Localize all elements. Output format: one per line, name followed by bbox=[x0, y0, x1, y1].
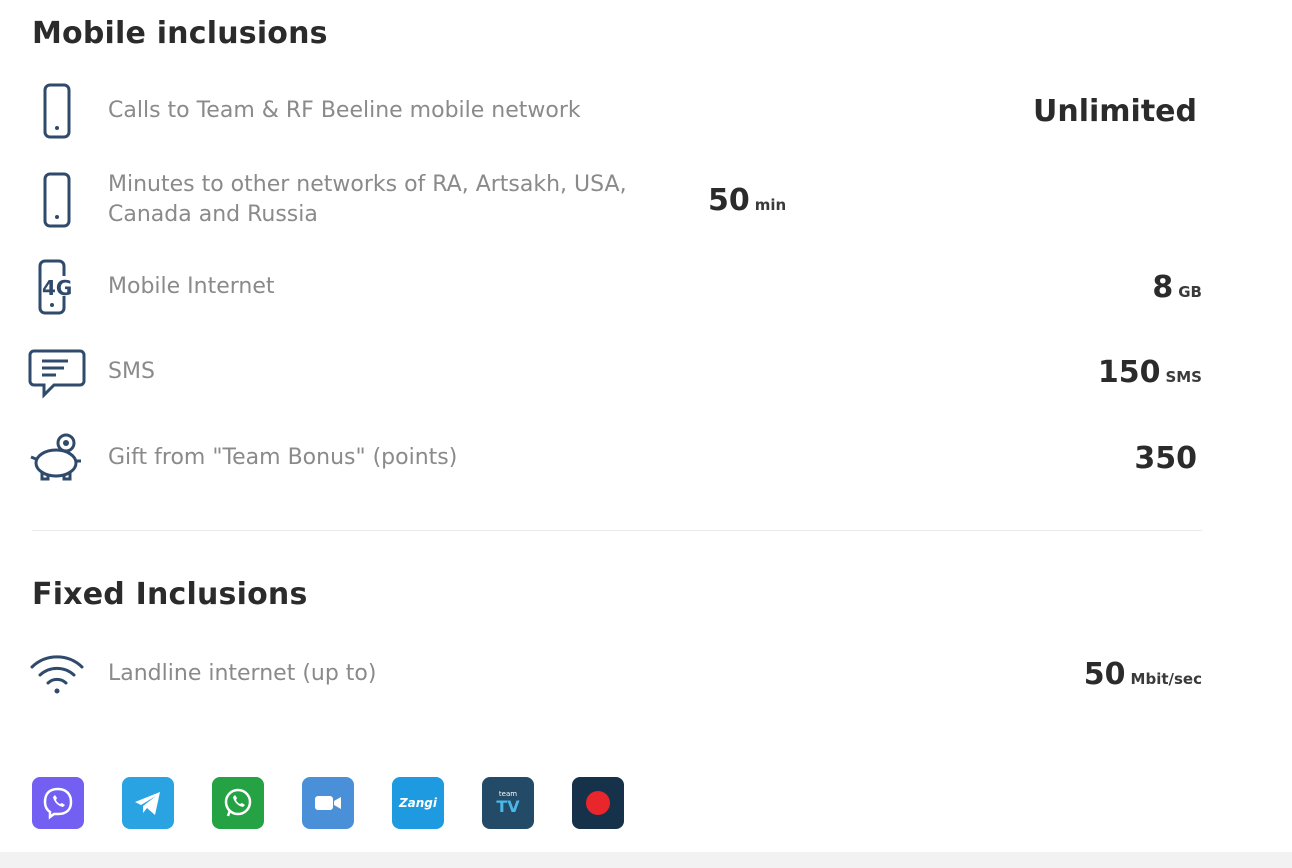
value-unit: SMS bbox=[1165, 367, 1202, 386]
record-app-icon[interactable] bbox=[572, 777, 624, 829]
telegram-app-icon[interactable] bbox=[122, 777, 174, 829]
inclusion-value: 350 bbox=[1134, 441, 1202, 476]
inclusion-label: SMS bbox=[108, 359, 155, 384]
inclusion-label: Calls to Team & RF Beeline mobile networ… bbox=[108, 98, 581, 123]
value-unit: min bbox=[754, 195, 787, 214]
sms-bubble-icon bbox=[28, 343, 86, 401]
bottom-edge-bar bbox=[0, 852, 1292, 868]
value-unit: GB bbox=[1178, 282, 1202, 301]
inclusion-row-calls: Calls to Team & RF Beeline mobile networ… bbox=[32, 82, 1202, 140]
section-divider bbox=[32, 530, 1202, 531]
team-tv-app-icon[interactable]: team TV bbox=[482, 777, 534, 829]
4g-phone-icon: 4G bbox=[28, 258, 86, 316]
value-number: 8 bbox=[1152, 269, 1174, 305]
video-call-app-icon[interactable] bbox=[302, 777, 354, 829]
value-number: 50 bbox=[708, 182, 750, 218]
team-tv-app-label: TV bbox=[496, 797, 520, 816]
mobile-inclusions-heading: Mobile inclusions bbox=[32, 16, 328, 51]
value-number: 150 bbox=[1097, 354, 1161, 390]
inclusion-row-bonus: Gift from "Team Bonus" (points) 350 bbox=[30, 429, 1202, 487]
inclusion-label: Landline internet (up to) bbox=[108, 661, 377, 686]
value-number: 50 bbox=[1083, 656, 1126, 692]
value-number: Unlimited bbox=[1033, 93, 1197, 129]
wifi-icon bbox=[28, 645, 86, 703]
inclusion-value: 150 SMS bbox=[1098, 355, 1202, 390]
inclusion-value: Unlimited bbox=[1033, 94, 1202, 129]
inclusion-row-mobile-internet: 4G Mobile Internet 8 GB bbox=[32, 258, 1202, 316]
inclusion-row-landline-internet: Landline internet (up to) 50 Mbit/sec bbox=[30, 645, 1202, 703]
inclusion-value: 50 Mbit/sec bbox=[1084, 657, 1202, 692]
viber-app-icon[interactable] bbox=[32, 777, 84, 829]
inclusion-value: 8 GB bbox=[1152, 270, 1202, 305]
inclusion-row-sms: SMS 150 SMS bbox=[28, 343, 1202, 401]
inclusion-row-minutes: Minutes to other networks of RA, Artsakh… bbox=[32, 170, 1202, 230]
inclusion-label: Gift from "Team Bonus" (points) bbox=[108, 445, 458, 470]
whatsapp-app-icon[interactable] bbox=[212, 777, 264, 829]
svg-text:4G: 4G bbox=[42, 276, 72, 300]
zangi-app-label: Zangi bbox=[398, 796, 438, 810]
inclusion-label: Mobile Internet bbox=[108, 274, 275, 299]
zangi-app-icon[interactable]: Zangi bbox=[392, 777, 444, 829]
phone-icon bbox=[28, 82, 86, 140]
piggy-bank-icon bbox=[28, 429, 86, 487]
fixed-inclusions-heading: Fixed Inclusions bbox=[32, 577, 308, 612]
inclusion-value: 50 min bbox=[708, 183, 786, 218]
value-unit: Mbit/sec bbox=[1130, 669, 1202, 688]
inclusion-label: Minutes to other networks of RA, Artsakh… bbox=[108, 172, 627, 227]
phone-icon bbox=[28, 171, 86, 229]
included-apps-list: Zangi team TV bbox=[32, 777, 624, 829]
value-number: 350 bbox=[1134, 440, 1197, 476]
